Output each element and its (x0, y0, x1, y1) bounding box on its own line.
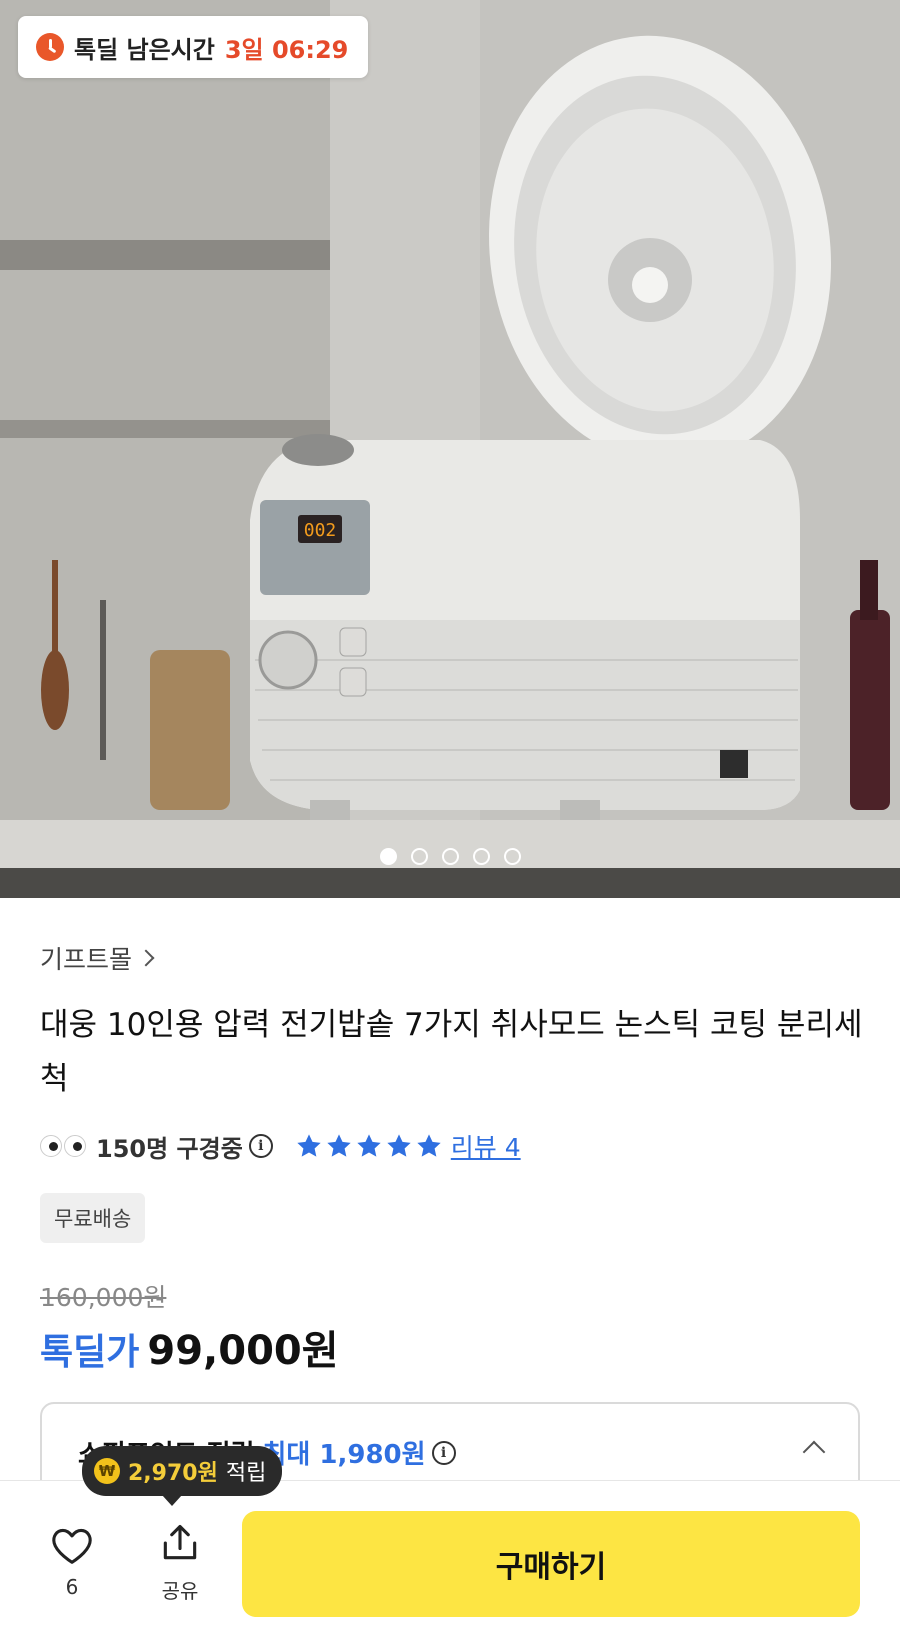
carousel-dot[interactable] (379, 848, 397, 865)
tooltip-suffix: 적립 (225, 1461, 267, 1486)
share-label: 공유 (161, 1579, 199, 1603)
chevron-up-icon[interactable] (802, 1440, 826, 1464)
carousel-dot[interactable] (503, 848, 521, 865)
chevron-right-icon (137, 949, 155, 967)
info-icon[interactable]: i (248, 1134, 273, 1158)
won-coin-icon: ₩ (94, 1458, 120, 1484)
carousel-dot[interactable] (410, 848, 428, 865)
rating-stars (295, 1132, 443, 1160)
svg-text:002: 002 (304, 520, 337, 541)
carousel-dot[interactable] (441, 848, 459, 865)
eyes-icon (40, 1135, 86, 1157)
points-tooltip: ₩ 2,970원 적립 (82, 1446, 283, 1506)
timer-label: 톡딜 남은시간 (74, 35, 215, 64)
product-meta: 150명 구경중 i 리뷰 4 (40, 1126, 521, 1166)
like-count: 6 (65, 1575, 79, 1599)
heart-icon (52, 1528, 92, 1564)
clock-icon (36, 33, 64, 61)
seller-link[interactable]: 기프트몰 (40, 940, 155, 976)
points-max: 최대 1,980원 (262, 1440, 426, 1470)
buy-button[interactable]: 구매하기 (242, 1511, 860, 1617)
carousel-dot[interactable] (472, 848, 490, 865)
original-price: 160,000원 (40, 1283, 167, 1312)
review-link[interactable]: 리뷰 4 (451, 1128, 521, 1164)
share-icon (163, 1524, 197, 1560)
tooltip-amount: 2,970원 (128, 1461, 218, 1486)
sale-price-row: 톡딜가 99,000원 (40, 1318, 339, 1376)
star-icon (327, 1134, 351, 1157)
product-title: 대웅 10인용 압력 전기밥솥 7가지 취사모드 논스틱 코팅 분리세척 (40, 1007, 863, 1097)
product-image-carousel[interactable]: 002 톡딜 남은시간 3일 06:29 (0, 0, 900, 898)
info-icon[interactable]: i (431, 1440, 456, 1465)
star-icon (387, 1134, 411, 1157)
share-button[interactable]: 공유 (148, 1521, 212, 1604)
free-shipping-badge: 무료배송 (40, 1193, 146, 1243)
rice-cooker-image: 002 (0, 0, 900, 898)
star-icon (357, 1134, 381, 1157)
bottom-action-bar: 6 공유 구매하기 (0, 1480, 900, 1641)
sale-label: 톡딜가 (40, 1332, 140, 1373)
star-icon (417, 1134, 441, 1157)
sale-price: 99,000원 (147, 1328, 339, 1374)
carousel-indicator (0, 848, 900, 865)
like-button[interactable]: 6 (40, 1525, 104, 1599)
star-icon (297, 1134, 321, 1157)
deal-timer: 톡딜 남은시간 3일 06:29 (18, 16, 369, 78)
viewer-count: 150명 구경중 (96, 1134, 243, 1163)
seller-name: 기프트몰 (40, 945, 133, 974)
timer-value: 3일 06:29 (224, 35, 349, 64)
